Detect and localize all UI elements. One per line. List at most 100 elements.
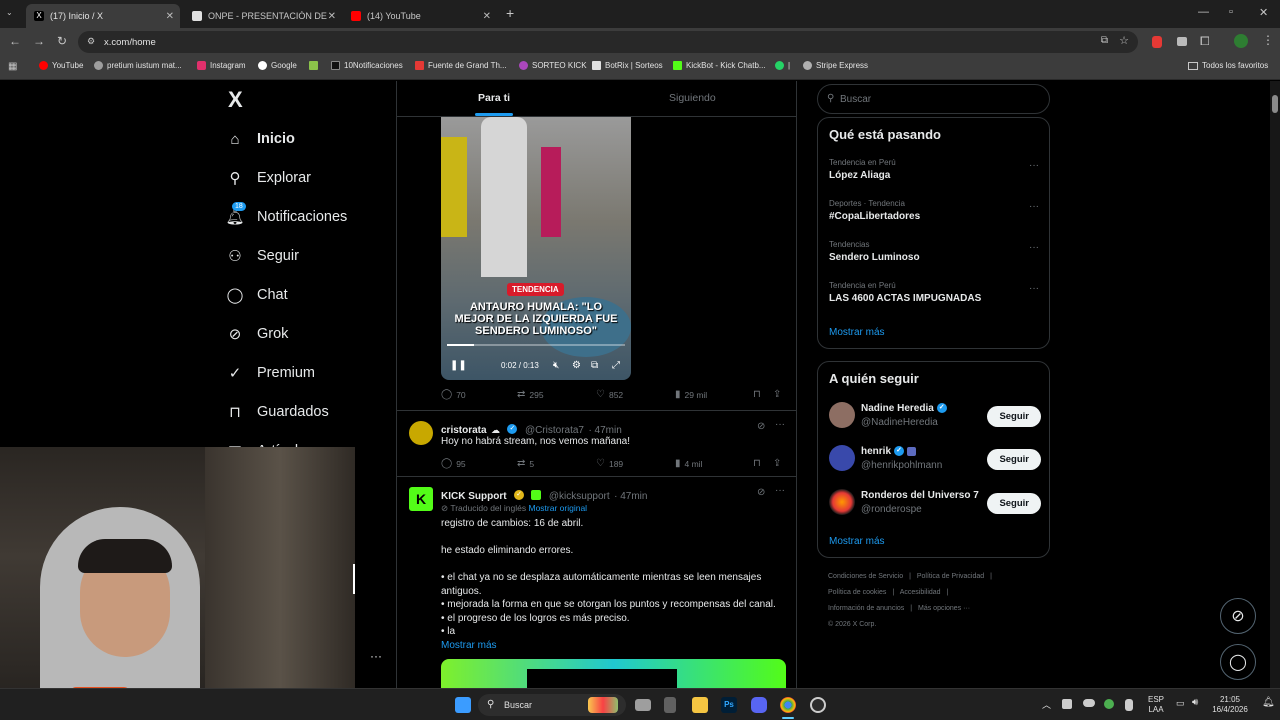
pause-icon[interactable]: ❚❚	[450, 360, 467, 371]
bookmark-google[interactable]: Google	[258, 61, 297, 70]
footer-link[interactable]: Condiciones de Servicio	[828, 573, 903, 580]
obs-icon[interactable]	[810, 697, 826, 713]
bookmark-kickbot[interactable]: KickBot - Kick Chatb...	[673, 61, 766, 70]
reply-button[interactable]: ◯ 95	[441, 458, 466, 469]
like-button[interactable]: ♡ 189	[596, 458, 623, 469]
footer-link[interactable]: Política de Privacidad	[917, 573, 984, 580]
tweet-more-icon[interactable]: ···	[775, 485, 785, 496]
bookmark-stripe-express[interactable]: Stripe Express	[803, 61, 868, 70]
show-original-link[interactable]: Mostrar original	[528, 503, 587, 513]
close-tab-icon[interactable]: ✕	[166, 11, 174, 22]
bookmark-pretium[interactable]: pretium iustum mat...	[94, 61, 182, 70]
extension-red-icon[interactable]	[1152, 36, 1162, 48]
task-view-icon[interactable]	[635, 699, 651, 711]
bookmark-star-icon[interactable]: ☆	[1119, 34, 1129, 47]
tweet-more-icon[interactable]: ···	[775, 419, 785, 430]
bookmark-sorteo-kick[interactable]: SORTEO KICK	[519, 61, 587, 70]
bookmark-youtube[interactable]: YouTube	[39, 61, 83, 70]
chrome-icon[interactable]	[780, 697, 796, 713]
forward-arrow-icon[interactable]: →	[33, 34, 45, 48]
maximize-button[interactable]: ▫	[1229, 6, 1233, 18]
profile-avatar[interactable]	[1234, 34, 1248, 48]
nav-item-inicio[interactable]: ⌂ Inicio	[226, 130, 294, 148]
tab-youtube[interactable]: (14) YouTube ✕	[343, 4, 497, 28]
tweet-media-image[interactable]	[441, 659, 786, 688]
video-player[interactable]: TENDENCIA ANTAURO HUMALA: "LO MEJOR DE L…	[441, 117, 631, 380]
close-tab-icon[interactable]: ✕	[328, 11, 336, 22]
grok-explain-icon[interactable]: ⊘	[757, 421, 765, 432]
install-app-icon[interactable]: ⧉	[1101, 35, 1108, 46]
tab-para-ti[interactable]: Para ti	[478, 92, 510, 104]
tweet-cristorata[interactable]: cristorata ☁ ✓ @Cristorata7 · 47min ⊘ ··…	[397, 410, 796, 476]
close-tab-icon[interactable]: ✕	[483, 11, 491, 22]
bookmark-botrix[interactable]: BotRix | Sorteos	[592, 61, 663, 70]
footer-link[interactable]: Accesibilidad	[900, 589, 941, 596]
tweet-kick-support[interactable]: K KICK Support ✓ @kicksupport · 47min ⊘ …	[397, 476, 796, 688]
nav-item-notificaciones[interactable]: 🔔︎ 18 Notificaciones	[225, 202, 347, 226]
trend-item[interactable]: Tendencias Sendero Luminoso ···	[829, 240, 1039, 263]
views-button[interactable]: ▮ 4 mil	[675, 458, 702, 469]
footer-link[interactable]: Información de anuncios	[828, 605, 904, 612]
repost-button[interactable]: ⇄ 295	[517, 389, 544, 400]
file-explorer-icon[interactable]	[692, 697, 708, 713]
fullscreen-icon[interactable]: ⤢	[612, 360, 620, 371]
back-arrow-icon[interactable]: ←	[9, 34, 21, 48]
nav-item-chat[interactable]: ◯ Chat	[226, 286, 288, 304]
bookmark-fuente-grand-theft[interactable]: Fuente de Grand Th...	[415, 61, 507, 70]
nav-item-premium[interactable]: ✓ Premium	[226, 364, 315, 382]
trends-show-more-link[interactable]: Mostrar más	[829, 327, 885, 338]
bookmark-gem[interactable]	[309, 61, 322, 70]
trend-item[interactable]: Tendencia en Perú LAS 4600 ACTAS IMPUGNA…	[829, 281, 1039, 304]
follow-show-more-link[interactable]: Mostrar más	[829, 536, 885, 547]
grok-fab-icon[interactable]: ⊘	[1220, 598, 1256, 634]
nav-item-seguir[interactable]: ⚇ Seguir	[226, 247, 299, 265]
photoshop-icon[interactable]: Ps	[721, 697, 737, 713]
pip-icon[interactable]: ⧉	[591, 360, 598, 371]
nav-item-explorar[interactable]: ⚲ Explorar	[226, 169, 312, 187]
trend-item[interactable]: Tendencia en Perú López Aliaga ···	[829, 158, 1039, 181]
bookmark-button[interactable]: ⊓	[753, 389, 765, 400]
minimize-button[interactable]: —	[1198, 6, 1209, 18]
follow-suggestion[interactable]: Nadine Heredia ✓ @NadineHeredia Seguir	[829, 402, 1041, 432]
tray-app-icon[interactable]	[1104, 699, 1114, 709]
author-name[interactable]: KICK Support	[441, 491, 507, 502]
site-info-icon[interactable]: ⚙	[87, 36, 95, 47]
follow-suggestion[interactable]: henrik ✓ @henrikpohlmann Seguir	[829, 445, 1041, 475]
follow-suggestion[interactable]: Ronderos del Universo 7 @ronderospe Segu…	[829, 489, 1041, 519]
more-options-icon[interactable]: ···	[370, 649, 382, 663]
avatar[interactable]	[409, 421, 433, 445]
views-button[interactable]: ▮ 29 mil	[675, 389, 707, 400]
trend-more-icon[interactable]: ···	[1029, 201, 1039, 212]
volume-icon[interactable]: 🔊︎	[1192, 697, 1198, 708]
tab-onpe[interactable]: ONPE - PRESENTACIÓN DE RES ✕	[184, 4, 342, 28]
bookmark-button[interactable]: ⊓	[753, 458, 765, 469]
avatar[interactable]	[829, 445, 855, 471]
reply-button[interactable]: ◯ 70	[441, 389, 466, 400]
trend-more-icon[interactable]: ···	[1029, 242, 1039, 253]
all-bookmarks-folder[interactable]: Todos los favoritos	[1188, 61, 1268, 70]
browser-menu-icon[interactable]: ⋮	[1262, 33, 1274, 47]
show-more-link[interactable]: Mostrar más	[441, 640, 789, 651]
scrollbar-thumb[interactable]	[1272, 95, 1278, 113]
like-button[interactable]: ♡ 852	[596, 389, 623, 400]
tab-siguiendo[interactable]: Siguiendo	[669, 92, 716, 104]
bookmark-whatsapp[interactable]: |	[775, 61, 790, 70]
nav-item-grok[interactable]: ⊘ Grok	[226, 325, 289, 343]
tab-list-chevron-icon[interactable]: ⌄	[6, 8, 13, 17]
bookmark-10notificaciones[interactable]: 10Notificaciones	[331, 61, 403, 70]
tray-cloud-icon[interactable]	[1083, 699, 1095, 707]
url-input[interactable]: ⚙ x.com/home ⧉ ☆	[78, 31, 1138, 53]
network-icon[interactable]: ▭	[1176, 698, 1185, 709]
mute-icon[interactable]: 🔇︎	[553, 360, 559, 371]
search-input[interactable]: ⚲ Buscar	[817, 84, 1050, 114]
footer-link[interactable]: Más opciones ···	[918, 605, 970, 612]
follow-button[interactable]: Seguir	[987, 493, 1041, 514]
extension-icon[interactable]	[1177, 37, 1187, 46]
settings-gear-icon[interactable]: ⚙	[572, 360, 581, 371]
video-progress-bar[interactable]	[447, 344, 625, 346]
extensions-puzzle-icon[interactable]: ⧠	[1200, 34, 1210, 49]
share-button[interactable]: ⇪	[773, 389, 785, 400]
avatar[interactable]: K	[409, 487, 433, 511]
app-icon[interactable]	[664, 697, 676, 713]
trend-more-icon[interactable]: ···	[1029, 283, 1039, 294]
